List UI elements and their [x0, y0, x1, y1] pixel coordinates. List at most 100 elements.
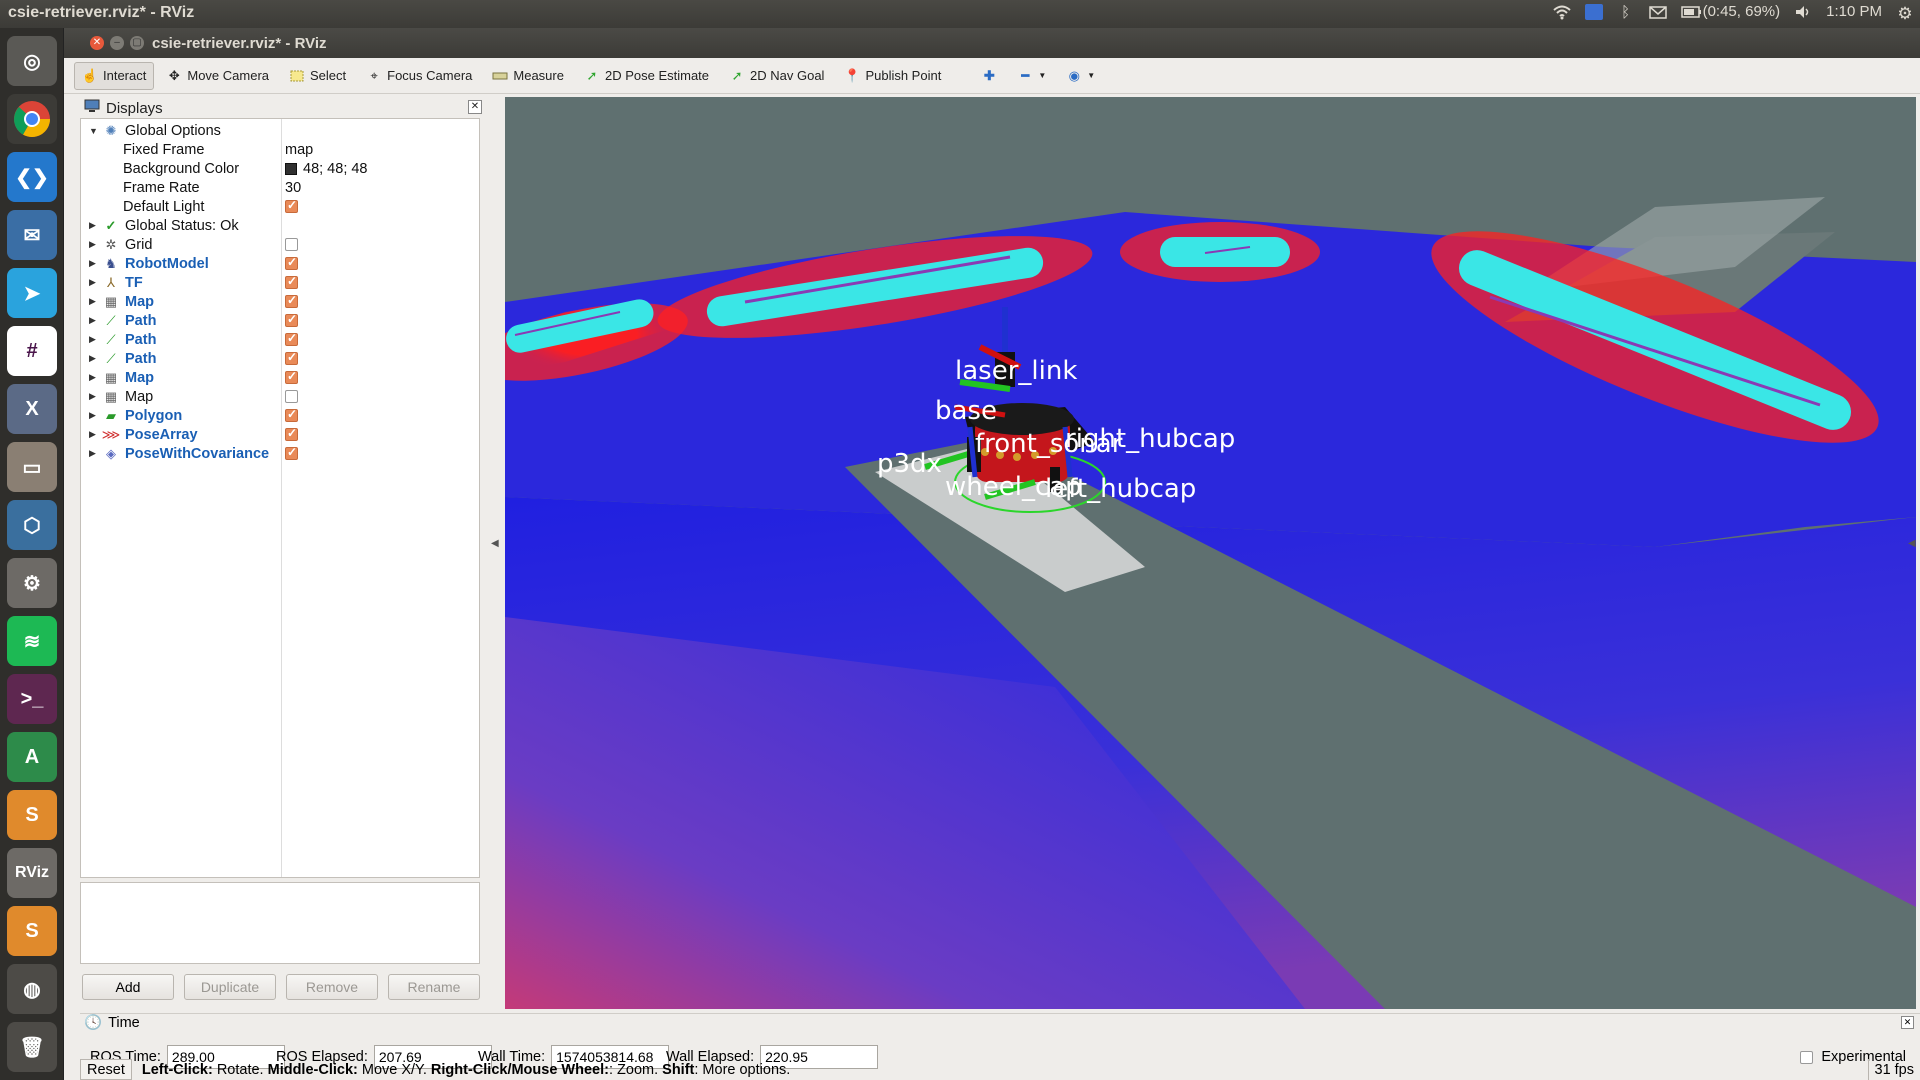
tree-row-posearray[interactable]: ▶ ⋙ PoseArray	[81, 425, 479, 444]
tool-properties-button[interactable]: ◉ ▼	[1058, 62, 1103, 90]
display-enabled-checkbox[interactable]	[285, 369, 298, 384]
add-tool-button[interactable]: ✚	[973, 62, 1005, 90]
close-icon[interactable]: ✕	[468, 100, 482, 114]
expand-arrow-icon[interactable]: ▶	[89, 296, 96, 307]
volume-icon[interactable]	[1794, 4, 1812, 20]
expand-arrow-icon[interactable]: ▶	[89, 391, 96, 402]
measure-tool[interactable]: Measure	[484, 62, 572, 90]
interact-tool[interactable]: ☝ Interact	[74, 61, 155, 90]
tree-row-robotmodel[interactable]: ▶ ♞ RobotModel	[81, 254, 479, 273]
remove-tool-button[interactable]: ━ ▼	[1009, 62, 1054, 90]
interact-label: Interact	[103, 68, 147, 83]
software-updater-icon[interactable]: A	[7, 732, 57, 782]
tree-row-background-color[interactable]: Background Color 48; 48; 48	[81, 159, 479, 178]
expand-arrow-icon[interactable]: ▶	[89, 315, 96, 326]
expand-arrow-icon[interactable]: ▶	[89, 448, 96, 459]
spotify-icon[interactable]: ≋	[7, 616, 57, 666]
system-settings-icon[interactable]: ⚙	[7, 558, 57, 608]
ubuntu-dash-icon[interactable]: ◎	[7, 36, 57, 86]
reset-button[interactable]: Reset	[80, 1059, 132, 1080]
tree-row-tf[interactable]: ▶ ⅄ TF	[81, 273, 479, 292]
mail-icon[interactable]	[1648, 4, 1667, 20]
tree-row-map[interactable]: ▶ ▦ Map	[81, 368, 479, 387]
display-enabled-checkbox[interactable]	[285, 312, 298, 327]
display-enabled-checkbox[interactable]	[285, 426, 298, 441]
move-camera-tool[interactable]: ✥ Move Camera	[158, 62, 277, 90]
nav-goal-tool[interactable]: ➚ 2D Nav Goal	[721, 62, 832, 90]
tree-row-global-status[interactable]: ▶ ✓ Global Status: Ok	[81, 216, 479, 235]
file-manager-icon[interactable]: ▭	[7, 442, 57, 492]
expand-arrow-icon[interactable]: ▶	[89, 334, 96, 345]
display-enabled-checkbox[interactable]	[285, 238, 298, 251]
expand-arrow-icon[interactable]: ▶	[89, 239, 96, 250]
tree-row-frame-rate[interactable]: Frame Rate 30	[81, 178, 479, 197]
terminal-icon[interactable]: >_	[7, 674, 57, 724]
display-enabled-checkbox[interactable]	[285, 255, 298, 270]
tree-row-default-light[interactable]: Default Light	[81, 197, 479, 216]
display-enabled-checkbox[interactable]	[285, 274, 298, 289]
display-enabled-checkbox[interactable]	[285, 293, 298, 308]
expand-arrow-icon[interactable]: ▶	[89, 353, 96, 364]
display-enabled-checkbox[interactable]	[285, 390, 298, 403]
minimize-window-button[interactable]: –	[110, 36, 124, 50]
default-light-checkbox[interactable]	[285, 198, 298, 213]
tree-row-global-options[interactable]: ▼ ✺ Global Options	[81, 121, 479, 140]
maximize-window-button[interactable]: ▢	[130, 36, 144, 50]
select-tool[interactable]: Select	[281, 62, 354, 90]
slack-icon[interactable]: #	[7, 326, 57, 376]
tree-row-path[interactable]: ▶ ⟋ Path	[81, 311, 479, 330]
display-enabled-checkbox[interactable]	[285, 331, 298, 346]
tree-row-fixed-frame[interactable]: Fixed Frame map	[81, 140, 479, 159]
expand-arrow-icon[interactable]: ▼	[89, 126, 98, 136]
tree-row-polygon[interactable]: ▶ ▰ Polygon	[81, 406, 479, 425]
trash-icon[interactable]: 🗑	[7, 1022, 57, 1072]
publish-point-tool[interactable]: 📍 Publish Point	[836, 62, 949, 90]
close-window-button[interactable]: ✕	[90, 36, 104, 50]
frame-rate-value[interactable]: 30	[285, 180, 301, 196]
expand-arrow-icon[interactable]: ▶	[89, 372, 96, 383]
close-icon[interactable]: ✕	[1901, 1016, 1914, 1029]
telegram-icon[interactable]: ➤	[7, 268, 57, 318]
gear-icon[interactable]: ⚙	[1896, 4, 1914, 23]
pose-estimate-tool[interactable]: ➚ 2D Pose Estimate	[576, 62, 717, 90]
keyboard-layout-icon[interactable]	[1584, 3, 1603, 20]
collapse-left-handle[interactable]: ◀	[491, 538, 499, 549]
tree-row-map[interactable]: ▶ ▦ Map	[81, 292, 479, 311]
tree-row-path[interactable]: ▶ ⟋ Path	[81, 349, 479, 368]
rename-display-button[interactable]: Rename	[388, 974, 480, 1000]
tree-row-grid[interactable]: ▶ ✲ Grid	[81, 235, 479, 254]
tree-row-map[interactable]: ▶ ▦ Map	[81, 387, 479, 406]
game-controller-icon[interactable]: ◍	[7, 964, 57, 1014]
battery-indicator[interactable]: (0:45, 69%)	[1680, 3, 1780, 20]
expand-arrow-icon[interactable]: ▶	[89, 277, 96, 288]
clock[interactable]: 1:10 PM	[1826, 3, 1882, 20]
add-display-button[interactable]: Add	[82, 974, 174, 1000]
expand-arrow-icon[interactable]: ▶	[89, 220, 96, 231]
focus-camera-tool[interactable]: ⌖ Focus Camera	[358, 62, 480, 90]
collapse-right-handle[interactable]: ◀	[1908, 538, 1916, 549]
bluetooth-icon[interactable]: ᛒ	[1617, 4, 1635, 21]
render-viewport[interactable]: laser_link base front_sonar p3dx wheel_c…	[505, 97, 1916, 1009]
sublime-icon[interactable]: S	[7, 790, 57, 840]
virtualbox-icon[interactable]: ⬡	[7, 500, 57, 550]
background-color-value[interactable]: 48; 48; 48	[303, 161, 368, 177]
fixed-frame-value[interactable]: map	[285, 142, 313, 158]
sublime-icon-2[interactable]: S	[7, 906, 57, 956]
tree-row-path[interactable]: ▶ ⟋ Path	[81, 330, 479, 349]
display-enabled-checkbox[interactable]	[285, 407, 298, 422]
vscode-icon[interactable]: ❮❯	[7, 152, 57, 202]
tree-row-posewithcovariance[interactable]: ▶ ◈ PoseWithCovariance	[81, 444, 479, 463]
wifi-icon[interactable]	[1552, 4, 1571, 20]
chrome-icon[interactable]	[7, 94, 57, 144]
expand-arrow-icon[interactable]: ▶	[89, 429, 96, 440]
duplicate-display-button[interactable]: Duplicate	[184, 974, 276, 1000]
remove-display-button[interactable]: Remove	[286, 974, 378, 1000]
expand-arrow-icon[interactable]: ▶	[89, 258, 96, 269]
rviz-icon[interactable]: RViz	[7, 848, 57, 898]
thunderbird-icon[interactable]: ✉	[7, 210, 57, 260]
color-swatch[interactable]	[285, 163, 297, 175]
xserver-icon[interactable]: X	[7, 384, 57, 434]
expand-arrow-icon[interactable]: ▶	[89, 410, 96, 421]
display-enabled-checkbox[interactable]	[285, 350, 298, 365]
display-enabled-checkbox[interactable]	[285, 445, 298, 460]
